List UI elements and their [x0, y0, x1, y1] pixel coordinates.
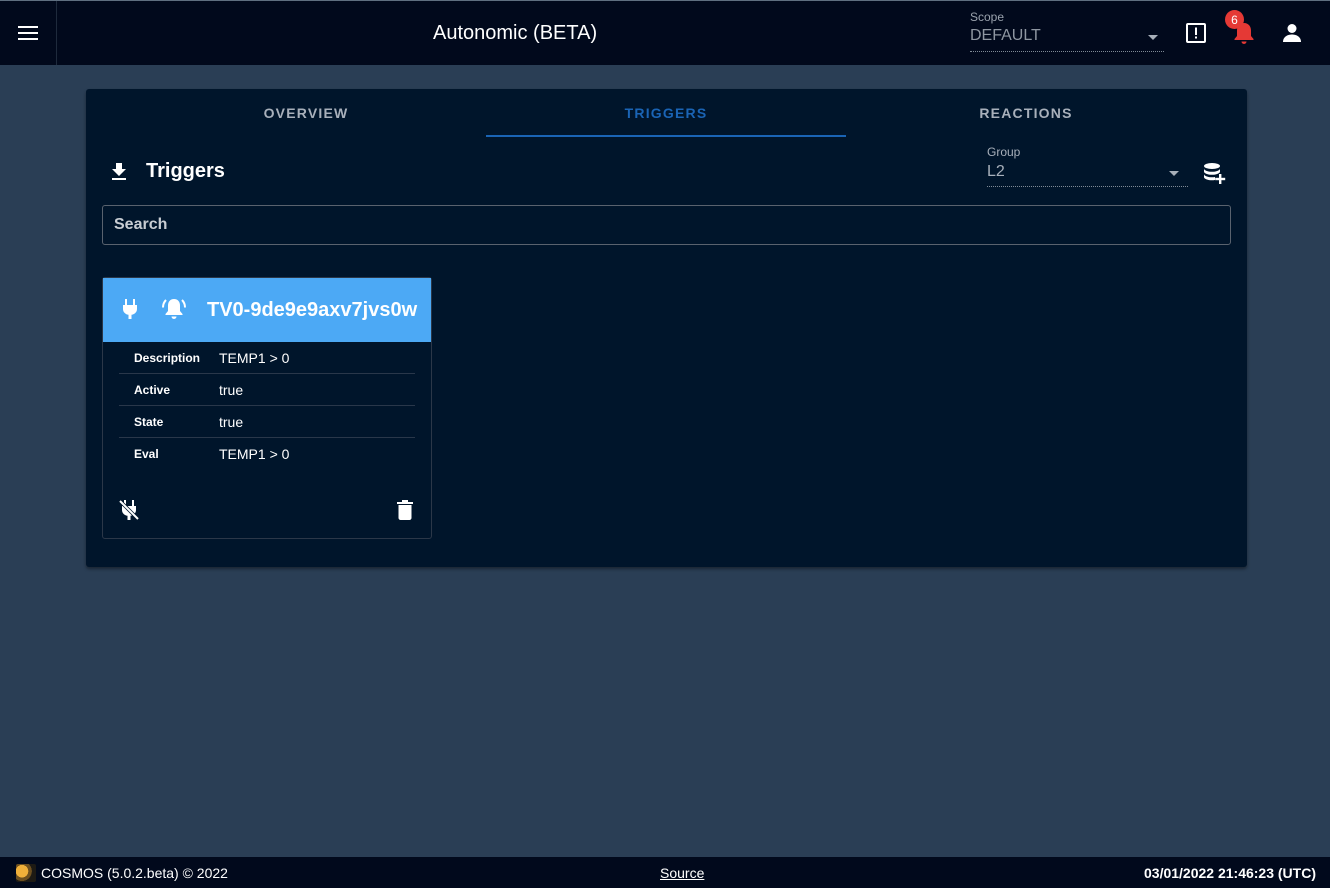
tab-overview[interactable]: OVERVIEW [126, 89, 486, 137]
detail-row-active: Active true [119, 374, 415, 406]
trigger-name: TV0-9de9e9axv7jvs0w [207, 299, 418, 321]
detail-value: true [219, 413, 244, 430]
source-link[interactable]: Source [660, 865, 704, 881]
tab-bar: OVERVIEW TRIGGERS REACTIONS [126, 89, 1206, 137]
group-label: Group [987, 145, 1021, 159]
app-version: COSMOS (5.0.2.beta) © 2022 [41, 865, 228, 881]
autonomic-panel: OVERVIEW TRIGGERS REACTIONS Triggers Gro… [86, 89, 1247, 567]
group-select[interactable]: Group L2 [987, 145, 1188, 187]
footer-datetime: 03/01/2022 21:46:23 (UTC) [1144, 865, 1316, 881]
trigger-details: Description TEMP1 > 0 Active true State … [119, 342, 415, 470]
scope-label: Scope [970, 10, 1005, 24]
detail-key: Eval [134, 447, 159, 461]
detail-key: Active [134, 382, 171, 397]
notification-badge: 6 [1225, 10, 1244, 29]
tab-triggers[interactable]: TRIGGERS [486, 89, 846, 137]
group-value: L2 [987, 163, 1005, 180]
detail-value: true [219, 381, 244, 398]
cosmos-logo-icon [16, 864, 36, 882]
plug-icon [121, 298, 139, 320]
detail-row-eval: Eval TEMP1 > 0 [119, 438, 415, 470]
triggers-header: Triggers [108, 159, 225, 183]
section-title: Triggers [146, 159, 225, 182]
detail-row-description: Description TEMP1 > 0 [119, 342, 415, 374]
account-icon[interactable] [1280, 21, 1304, 45]
trigger-card: TV0-9de9e9axv7jvs0w Description TEMP1 > … [102, 277, 432, 539]
app-title: Autonomic (BETA) [433, 22, 598, 44]
detail-value: TEMP1 > 0 [219, 446, 290, 462]
bell-ring-icon [161, 297, 187, 321]
caret-down-icon [1169, 171, 1179, 176]
detail-value: TEMP1 > 0 [219, 349, 290, 366]
detail-row-state: State true [119, 406, 415, 438]
power-plug-off-icon[interactable] [117, 498, 141, 522]
app-bar: Autonomic (BETA) Scope DEFAULT 6 [0, 0, 1330, 65]
scope-value: DEFAULT [970, 27, 1041, 44]
search-input[interactable] [102, 205, 1231, 245]
alert-box-icon[interactable] [1184, 21, 1208, 45]
database-plus-icon[interactable] [1202, 161, 1226, 185]
download-icon[interactable] [108, 160, 130, 182]
trigger-card-header: TV0-9de9e9axv7jvs0w [103, 278, 431, 342]
tab-reactions[interactable]: REACTIONS [846, 89, 1206, 137]
footer: COSMOS (5.0.2.beta) © 2022 Source 03/01/… [0, 857, 1330, 888]
footer-app-info: COSMOS (5.0.2.beta) © 2022 [16, 864, 228, 882]
delete-icon[interactable] [393, 498, 417, 522]
caret-down-icon [1148, 35, 1158, 40]
detail-key: Description [134, 350, 201, 365]
detail-key: State [134, 414, 164, 429]
menu-icon[interactable] [0, 1, 57, 65]
scope-select[interactable]: Scope DEFAULT [970, 10, 1164, 52]
